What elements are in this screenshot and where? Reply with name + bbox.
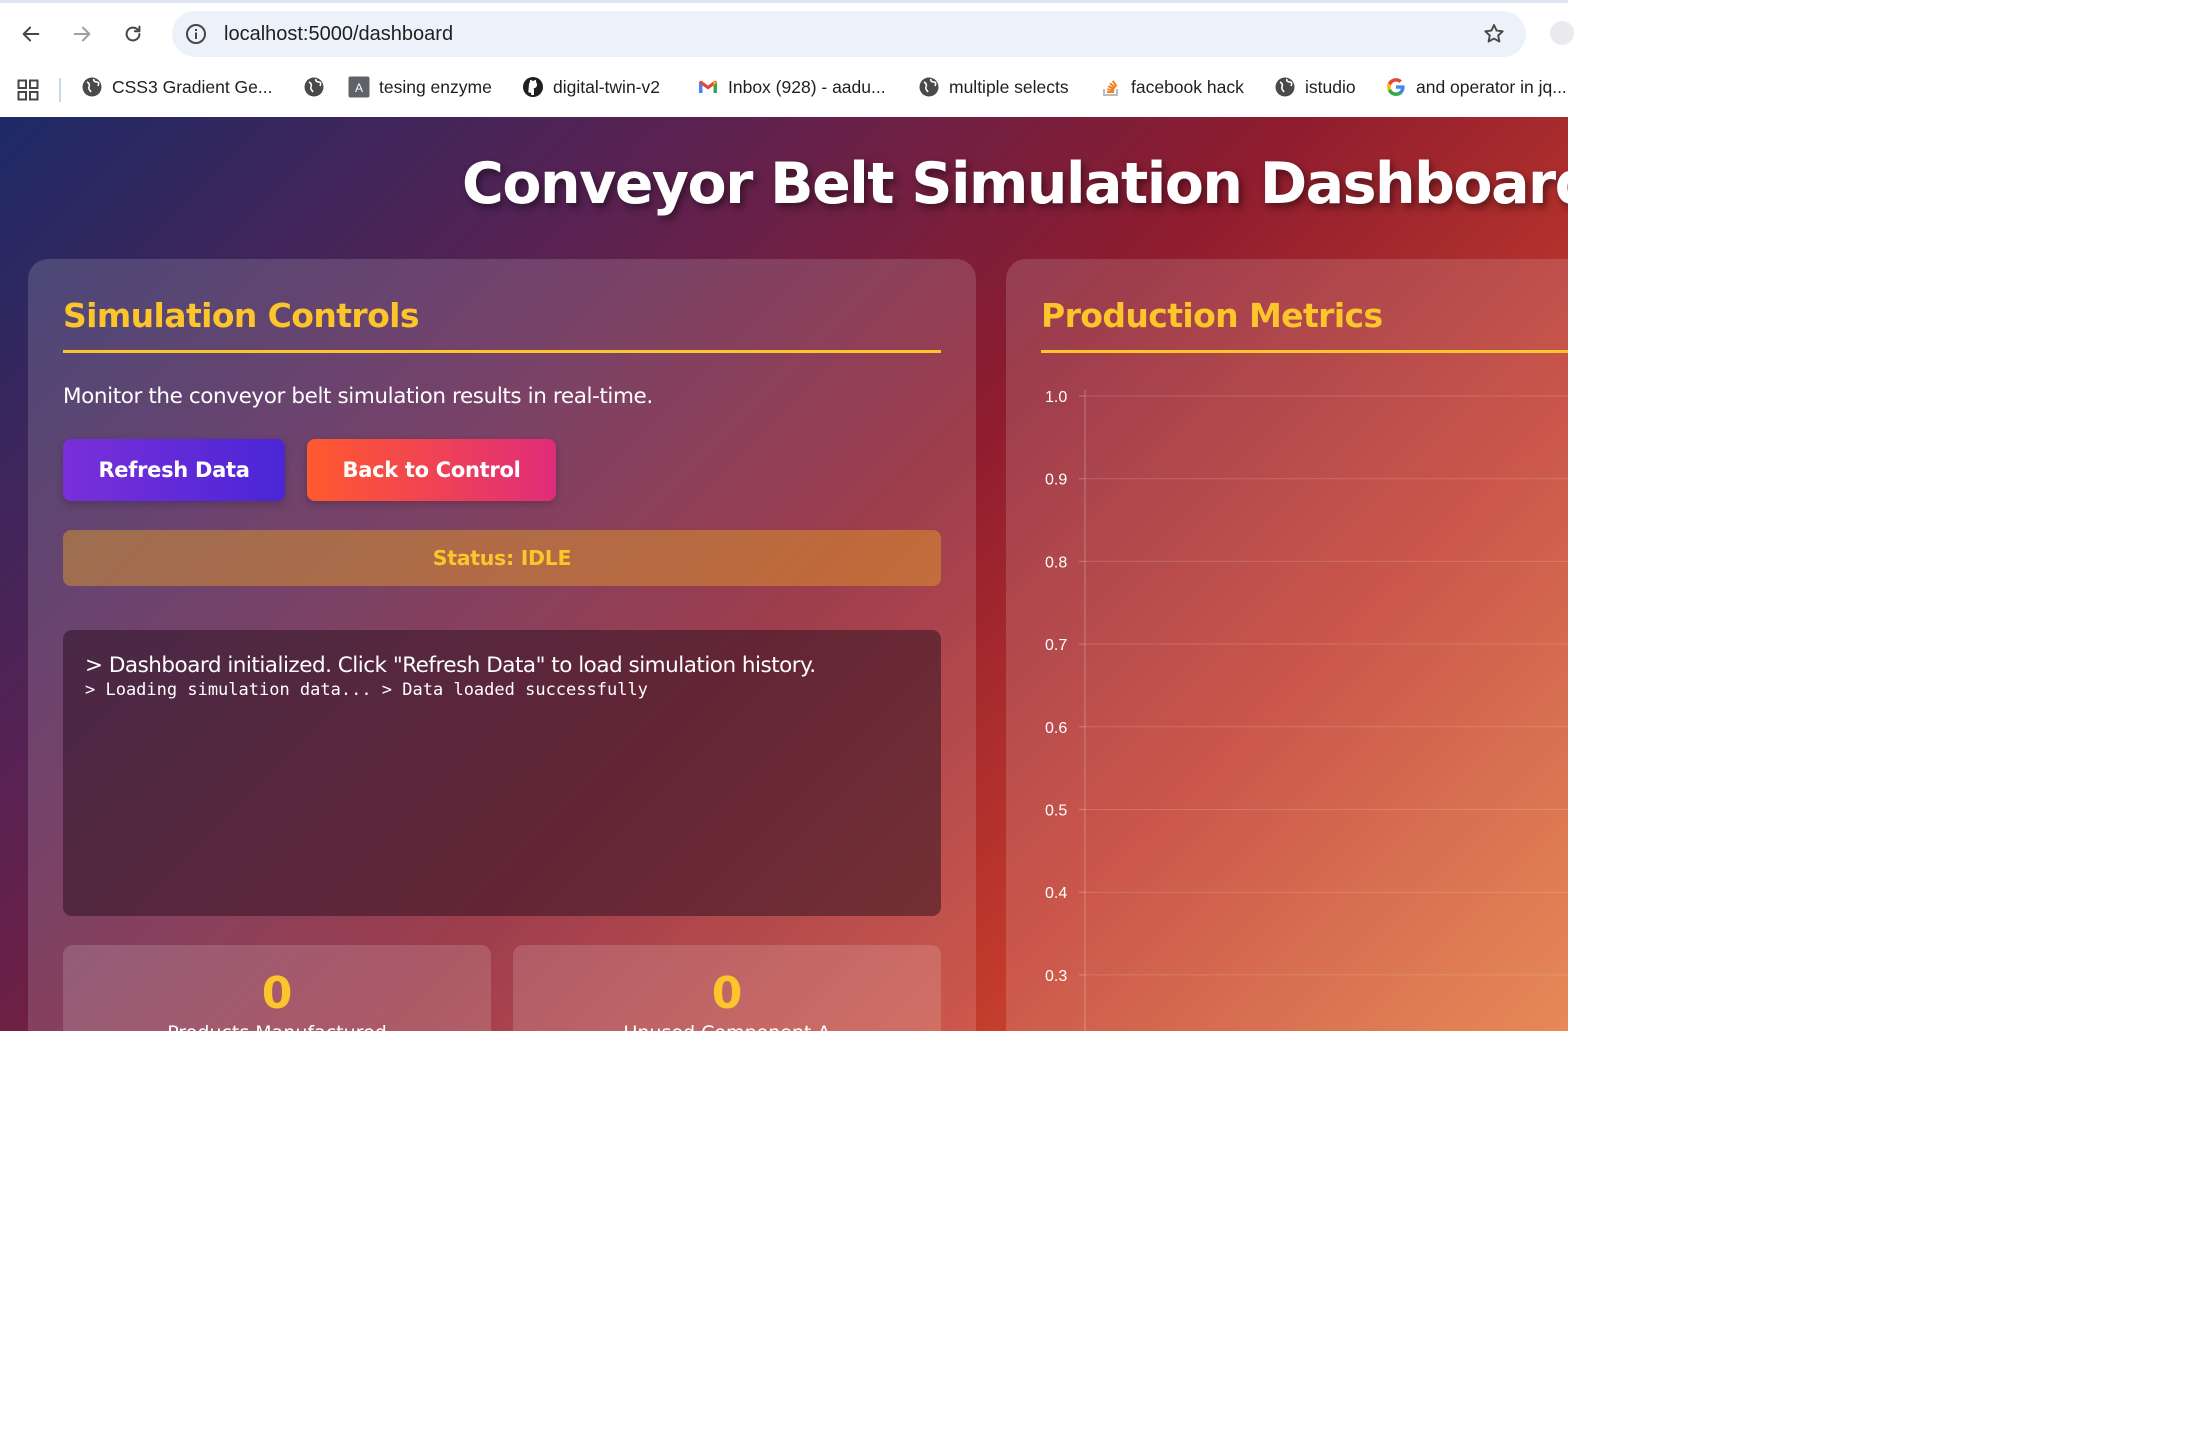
page-title: Conveyor Belt Simulation Dashboard: [462, 151, 1568, 217]
bookmark-multiple-selects[interactable]: multiple selects: [918, 68, 1069, 106]
stat-label: Unused Component A: [513, 1021, 941, 1031]
simulation-controls-panel: Simulation Controls Monitor the conveyor…: [28, 259, 976, 1031]
chart-y-tick-label: 0.9: [1045, 472, 1067, 489]
stat-card-component-a: 0 Unused Component A: [513, 945, 941, 1031]
globe-icon: [81, 76, 103, 98]
intro-text: Monitor the conveyor belt simulation res…: [63, 384, 653, 409]
bookmark-tesing-enzyme[interactable]: A tesing enzyme: [348, 68, 492, 106]
globe-icon: [1274, 76, 1296, 98]
bookmark-istudio[interactable]: istudio: [1274, 68, 1356, 106]
site-info-icon[interactable]: [184, 22, 208, 46]
forward-nav-button[interactable]: [65, 17, 99, 51]
chart-y-tick-label: 0.7: [1045, 637, 1067, 654]
arrow-left-icon: [22, 26, 40, 42]
bookmark-globe[interactable]: [303, 68, 325, 106]
console-log[interactable]: > Dashboard initialized. Click "Refresh …: [63, 630, 941, 916]
stat-label: Products Manufactured: [63, 1021, 491, 1031]
stat-value: 0: [711, 968, 743, 1019]
chart-y-tick-label: 1.0: [1045, 389, 1067, 406]
stat-card-products: 0 Products Manufactured: [63, 945, 491, 1031]
console-line: > Dashboard initialized. Click "Refresh …: [85, 653, 816, 678]
bookmark-star-icon[interactable]: [1482, 22, 1506, 46]
bookmarks-separator: [59, 78, 61, 102]
google-icon: [1385, 76, 1407, 98]
status-badge: Status: IDLE: [63, 530, 941, 586]
console-line: > Loading simulation data... > Data load…: [85, 680, 648, 700]
gmail-icon: [697, 76, 719, 98]
url-text[interactable]: localhost:5000/dashboard: [224, 21, 453, 47]
chart-y-tick-label: 0.6: [1045, 720, 1067, 737]
stat-value: 0: [261, 968, 293, 1019]
letter-a-icon: A: [348, 76, 370, 98]
chart-y-tick-label: 0.8: [1045, 554, 1067, 571]
chart-y-tick-label: 0.5: [1045, 803, 1067, 820]
back-to-control-button[interactable]: Back to Control: [307, 439, 556, 501]
status-text: Status: IDLE: [432, 546, 572, 570]
address-bar[interactable]: localhost:5000/dashboard: [172, 11, 1526, 57]
production-metrics-chart[interactable]: 1.0 0.9 0.8 0.7 0.6 0.5 0.4 0.3: [1006, 367, 1568, 1031]
production-metrics-heading: Production Metrics: [1041, 296, 1383, 335]
reload-icon: [125, 25, 141, 42]
bookmark-inbox[interactable]: Inbox (928) - aadu...: [697, 68, 886, 106]
globe-icon: [918, 76, 940, 98]
dashboard-page: Conveyor Belt Simulation Dashboard Simul…: [0, 117, 1568, 1031]
extension-icon[interactable]: [1550, 21, 1574, 45]
browser-toolbar: localhost:5000/dashboard: [0, 0, 1574, 68]
bookmark-facebook-hack[interactable]: facebook hack: [1100, 68, 1244, 106]
bookmark-and-operator[interactable]: and operator in jq...: [1385, 68, 1567, 106]
chart-y-tick-label: 0.4: [1045, 885, 1067, 902]
chart-y-tick-label: 0.3: [1045, 968, 1067, 985]
apps-grid-icon[interactable]: [16, 78, 40, 102]
heading-divider: [1041, 350, 1568, 353]
heading-divider: [63, 350, 941, 353]
bookmark-digital-twin[interactable]: digital-twin-v2: [522, 68, 660, 106]
simulation-controls-heading: Simulation Controls: [63, 296, 420, 335]
arrow-right-icon: [73, 26, 91, 42]
bookmarks-bar: CSS3 Gradient Ge... A tesing enzyme digi…: [0, 68, 1568, 117]
bookmark-css3-gradient[interactable]: CSS3 Gradient Ge...: [81, 68, 273, 106]
github-icon: [522, 76, 544, 98]
stackoverflow-icon: [1100, 76, 1122, 98]
back-nav-button[interactable]: [14, 17, 48, 51]
refresh-data-button[interactable]: Refresh Data: [63, 439, 285, 501]
svg-text:A: A: [355, 81, 363, 95]
reload-button[interactable]: [116, 17, 150, 51]
globe-icon: [303, 76, 325, 98]
tab-strip-edge: [0, 0, 1568, 3]
